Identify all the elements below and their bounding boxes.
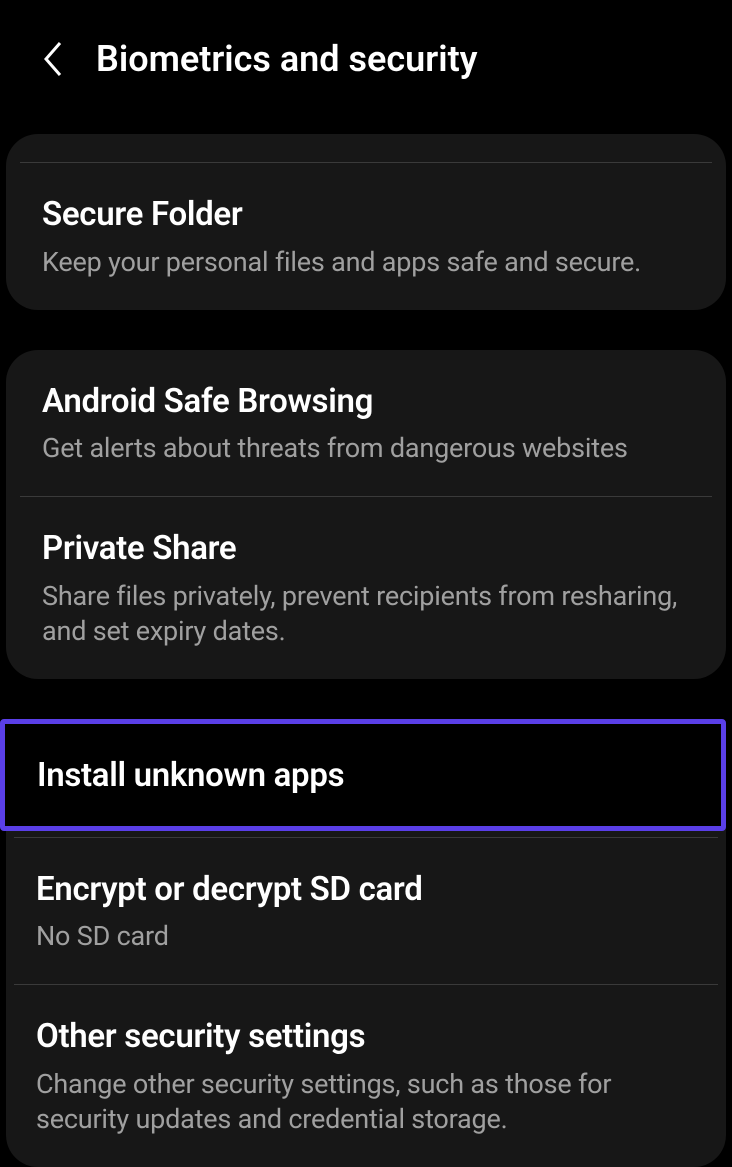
item-desc: No SD card xyxy=(36,919,696,954)
header: Biometrics and security xyxy=(0,0,732,110)
item-other-security[interactable]: Other security settings Change other sec… xyxy=(0,985,732,1167)
item-desc: Get alerts about threats from dangerous … xyxy=(42,431,690,466)
item-title: Other security settings xyxy=(36,1017,696,1057)
item-desc: Keep your personal files and apps safe a… xyxy=(42,245,690,280)
section-browsing-share: Android Safe Browsing Get alerts about t… xyxy=(6,350,726,679)
item-title: Encrypt or decrypt SD card xyxy=(36,870,696,910)
highlight-install-unknown: Install unknown apps xyxy=(0,719,726,831)
back-icon[interactable] xyxy=(42,39,66,79)
item-encrypt-sd[interactable]: Encrypt or decrypt SD card No SD card xyxy=(0,838,732,985)
page-title: Biometrics and security xyxy=(96,38,478,80)
item-title: Install unknown apps xyxy=(37,756,685,796)
item-desc: Share files privately, prevent recipient… xyxy=(42,579,690,649)
item-title: Android Safe Browsing xyxy=(42,382,690,422)
item-private-share[interactable]: Private Share Share files privately, pre… xyxy=(6,497,726,679)
item-secure-folder[interactable]: Secure Folder Keep your personal files a… xyxy=(6,163,726,310)
item-title: Private Share xyxy=(42,529,690,569)
item-desc: Change other security settings, such as … xyxy=(36,1067,696,1137)
item-install-unknown-apps[interactable]: Install unknown apps xyxy=(5,724,721,826)
section-install-other: Install unknown apps Encrypt or decrypt … xyxy=(0,719,732,1167)
item-safe-browsing[interactable]: Android Safe Browsing Get alerts about t… xyxy=(6,350,726,497)
item-title: Secure Folder xyxy=(42,195,690,235)
section-secure-folder: Secure Folder Keep your personal files a… xyxy=(6,134,726,310)
